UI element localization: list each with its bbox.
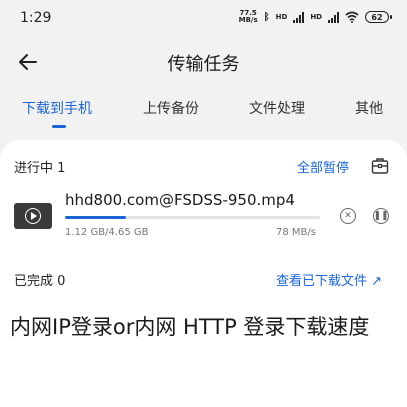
tab-upload-backup[interactable]: 上传备份	[143, 98, 199, 118]
network-speed-unit: MB/s	[238, 16, 258, 24]
active-tab-indicator	[52, 125, 66, 128]
status-time: 1:29	[20, 10, 52, 26]
tab-other[interactable]: 其他	[355, 98, 383, 118]
status-bar: 1:29 77.5 MB/s ᛒ HD HD 62	[0, 0, 407, 38]
tab-bar: 下载到手机 上传备份 文件处理 其他	[0, 92, 407, 128]
file-name[interactable]: hhd800.com@FSDSS-950.mp4	[65, 191, 295, 209]
in-progress-label: 进行中 1	[14, 161, 66, 176]
bluetooth-icon: ᛒ	[263, 11, 270, 23]
hd-label-1: HD	[275, 13, 288, 21]
close-circle-icon[interactable]: ✕	[340, 208, 356, 224]
hd-label-2: HD	[310, 13, 322, 21]
pause-circle-icon[interactable]: ❚❚	[373, 208, 389, 224]
download-progress-bar	[65, 216, 320, 219]
toolbox-icon[interactable]	[371, 157, 389, 175]
pause-all-button[interactable]: 全部暂停	[297, 157, 349, 176]
battery-level: 62	[371, 12, 383, 22]
status-icons: 77.5 MB/s ᛒ HD HD 62	[239, 10, 392, 24]
tab-file-processing[interactable]: 文件处理	[249, 98, 305, 118]
view-downloaded-files-link[interactable]: 查看已下载文件 ↗	[276, 270, 382, 289]
wifi-icon	[345, 11, 359, 23]
caption-text: 内网IP登录or内网 HTTP 登录下载速度	[10, 315, 370, 339]
completed-label: 已完成 0	[14, 274, 66, 289]
battery-icon: 62	[365, 11, 392, 23]
page-title: 传输任务	[167, 54, 240, 75]
file-size-progress: 1.12 GB/4.65 GB	[65, 227, 149, 238]
signal-icon-1	[293, 11, 305, 23]
play-icon	[25, 208, 41, 224]
network-speed: 77.5 MB/s	[239, 10, 258, 24]
signal-icon-2	[328, 11, 339, 23]
download-speed: 78 MB/s	[276, 227, 316, 238]
download-progress-fill	[65, 216, 127, 219]
video-thumbnail[interactable]	[14, 203, 52, 229]
app-header: 传输任务	[0, 38, 407, 86]
tab-download-to-phone[interactable]: 下载到手机	[22, 98, 92, 118]
